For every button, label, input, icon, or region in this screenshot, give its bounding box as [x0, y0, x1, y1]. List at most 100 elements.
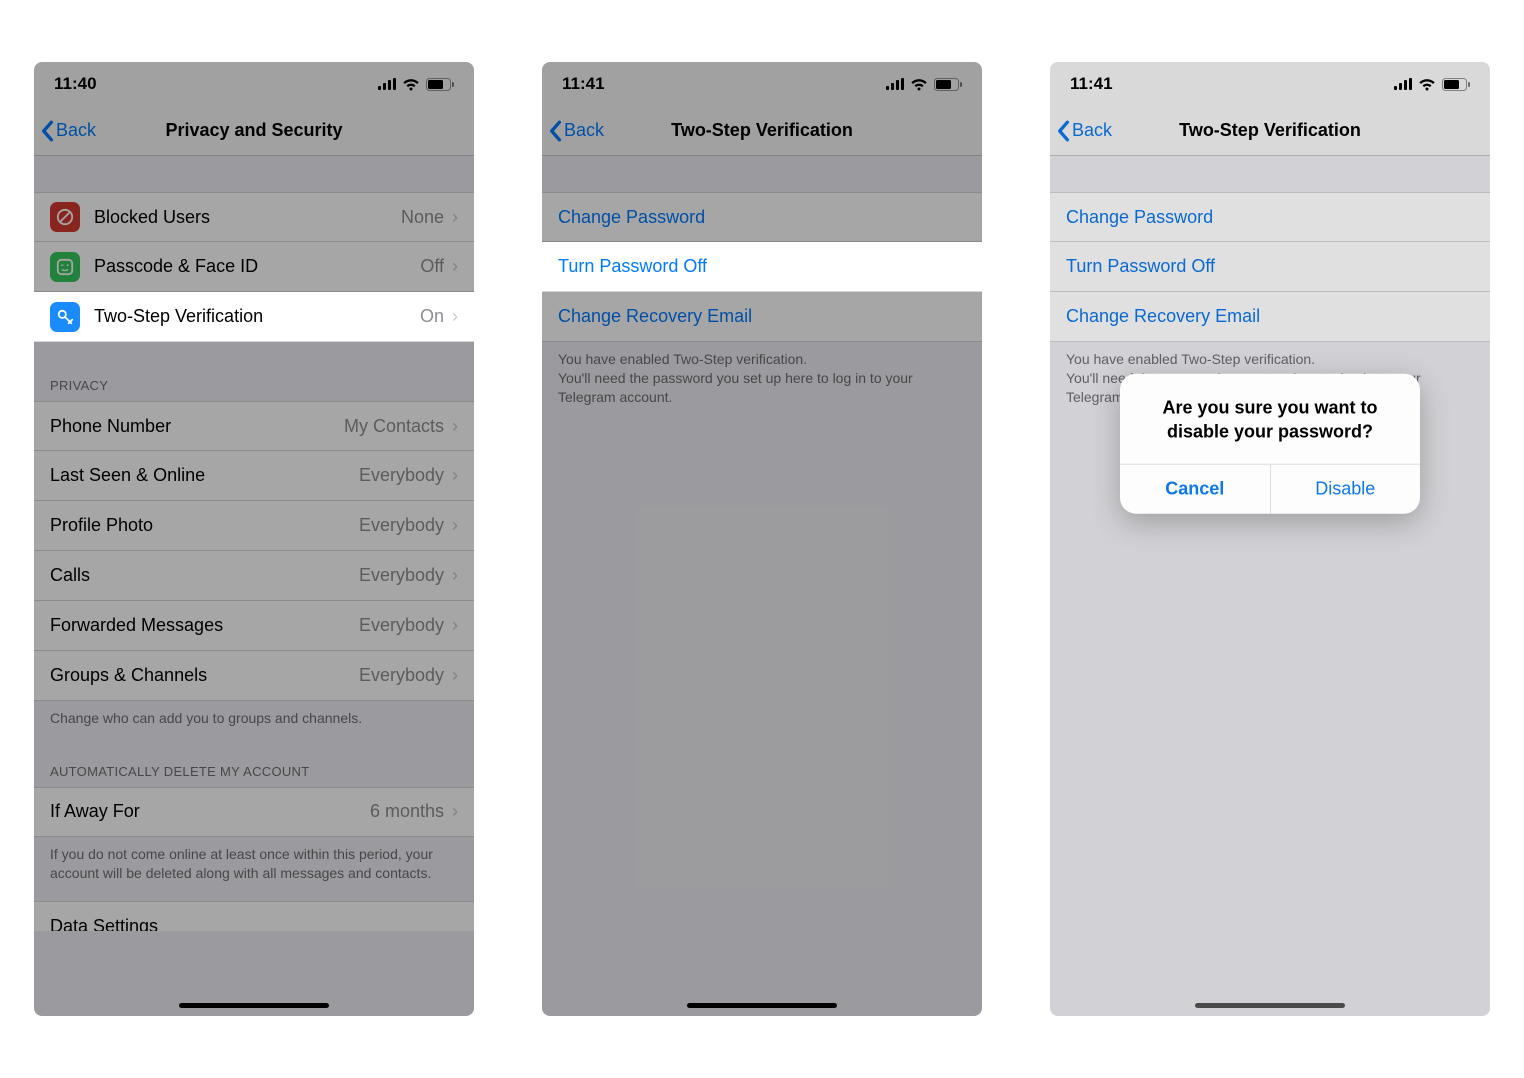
row-forwarded-messages[interactable]: Forwarded Messages Everybody ›	[34, 601, 474, 651]
row-profile-photo[interactable]: Profile Photo Everybody ›	[34, 501, 474, 551]
home-indicator[interactable]	[1195, 1003, 1345, 1008]
dialog-actions: Cancel Disable	[1120, 464, 1420, 514]
home-indicator[interactable]	[179, 1003, 329, 1008]
row-label: Change Password	[1066, 207, 1474, 228]
battery-icon	[426, 78, 454, 91]
row-label: Change Recovery Email	[1066, 306, 1474, 327]
status-bar: 11:40	[34, 62, 474, 106]
group-header-delete: Automatically Delete My Account	[34, 764, 474, 787]
nav-bar: Back Two-Step Verification	[542, 106, 982, 156]
row-change-password[interactable]: Change Password	[1050, 192, 1490, 242]
chevron-left-icon	[1056, 120, 1070, 142]
nav-bar: Back Two-Step Verification	[1050, 106, 1490, 156]
status-time: 11:41	[1070, 74, 1113, 94]
screen-two-step-verification: 11:41 Back Two-Step Verification Change …	[542, 62, 982, 1016]
back-button[interactable]: Back	[542, 120, 604, 142]
screen-privacy-security: 11:40 Back Privacy and Security	[34, 62, 474, 1016]
row-two-step-verification[interactable]: Two-Step Verification On ›	[34, 292, 474, 342]
status-indicators	[1394, 78, 1470, 91]
chevron-right-icon: ›	[452, 615, 458, 636]
chevron-right-icon: ›	[452, 801, 458, 822]
row-value: Everybody	[359, 515, 444, 536]
security-group: Blocked Users None › Passcode & Face ID …	[34, 192, 474, 342]
page-title: Privacy and Security	[34, 120, 474, 141]
cancel-button[interactable]: Cancel	[1120, 465, 1270, 514]
page-title: Two-Step Verification	[542, 120, 982, 141]
wifi-icon	[402, 78, 420, 91]
chevron-right-icon: ›	[452, 565, 458, 586]
row-value: 6 months	[370, 801, 444, 822]
row-value: On	[420, 306, 444, 327]
row-value: Everybody	[359, 665, 444, 686]
row-label: Change Recovery Email	[558, 306, 966, 327]
signal-icon	[378, 78, 396, 90]
row-label: If Away For	[50, 801, 370, 822]
home-indicator[interactable]	[687, 1003, 837, 1008]
status-bar: 11:41	[542, 62, 982, 106]
row-value: None	[401, 207, 444, 228]
chevron-right-icon: ›	[452, 465, 458, 486]
chevron-right-icon: ›	[452, 665, 458, 686]
group-header-privacy: Privacy	[34, 378, 474, 401]
disable-button[interactable]: Disable	[1270, 465, 1421, 514]
row-phone-number[interactable]: Phone Number My Contacts ›	[34, 401, 474, 451]
row-change-recovery-email[interactable]: Change Recovery Email	[542, 292, 982, 342]
signal-icon	[1394, 78, 1412, 90]
status-indicators	[378, 78, 454, 91]
battery-icon	[1442, 78, 1470, 91]
row-label: Two-Step Verification	[94, 306, 420, 327]
screen-two-step-verification-popup: 11:41 Back Two-Step Verification Change …	[1050, 62, 1490, 1016]
row-turn-password-off[interactable]: Turn Password Off	[542, 242, 982, 292]
disable-password-dialog: Are you sure you want to disable your pa…	[1120, 373, 1420, 514]
row-label: Change Password	[558, 207, 966, 228]
chevron-right-icon: ›	[452, 515, 458, 536]
privacy-group: Privacy Phone Number My Contacts › Last …	[34, 378, 474, 728]
group-footer-delete: If you do not come online at least once …	[34, 837, 474, 883]
row-value: My Contacts	[344, 416, 444, 437]
row-value: Everybody	[359, 615, 444, 636]
chevron-right-icon: ›	[452, 306, 458, 327]
dialog-message: Are you sure you want to disable your pa…	[1120, 373, 1420, 464]
row-value: Off	[420, 256, 444, 277]
row-label: Last Seen & Online	[50, 465, 359, 486]
chevron-right-icon: ›	[452, 207, 458, 228]
row-blocked-users[interactable]: Blocked Users None ›	[34, 192, 474, 242]
status-time: 11:40	[54, 74, 97, 94]
row-groups-channels[interactable]: Groups & Channels Everybody ›	[34, 651, 474, 701]
row-change-recovery-email[interactable]: Change Recovery Email	[1050, 292, 1490, 342]
back-label: Back	[564, 120, 604, 141]
row-value: Everybody	[359, 465, 444, 486]
row-label: Turn Password Off	[558, 256, 966, 277]
nav-bar: Back Privacy and Security	[34, 106, 474, 156]
row-label: Groups & Channels	[50, 665, 359, 686]
row-last-seen[interactable]: Last Seen & Online Everybody ›	[34, 451, 474, 501]
faceid-icon	[50, 252, 80, 282]
row-calls[interactable]: Calls Everybody ›	[34, 551, 474, 601]
row-change-password[interactable]: Change Password	[542, 192, 982, 242]
row-label: Data Settings	[50, 916, 158, 931]
row-if-away-for[interactable]: If Away For 6 months ›	[34, 787, 474, 837]
delete-account-group: Automatically Delete My Account If Away …	[34, 764, 474, 883]
status-time: 11:41	[562, 74, 605, 94]
back-button[interactable]: Back	[34, 120, 96, 142]
wifi-icon	[910, 78, 928, 91]
back-label: Back	[56, 120, 96, 141]
chevron-right-icon: ›	[452, 256, 458, 277]
status-bar: 11:41	[1050, 62, 1490, 106]
wifi-icon	[1418, 78, 1436, 91]
row-label: Passcode & Face ID	[94, 256, 420, 277]
status-indicators	[886, 78, 962, 91]
back-label: Back	[1072, 120, 1112, 141]
key-icon	[50, 302, 80, 332]
row-label: Forwarded Messages	[50, 615, 359, 636]
chevron-right-icon: ›	[452, 416, 458, 437]
row-data-settings[interactable]: Data Settings	[34, 901, 474, 931]
row-turn-password-off[interactable]: Turn Password Off	[1050, 242, 1490, 292]
chevron-left-icon	[548, 120, 562, 142]
group-footer-two-step: You have enabled Two-Step verification. …	[542, 342, 982, 407]
battery-icon	[934, 78, 962, 91]
row-passcode-faceid[interactable]: Passcode & Face ID Off ›	[34, 242, 474, 292]
row-label: Blocked Users	[94, 207, 401, 228]
signal-icon	[886, 78, 904, 90]
back-button[interactable]: Back	[1050, 120, 1112, 142]
